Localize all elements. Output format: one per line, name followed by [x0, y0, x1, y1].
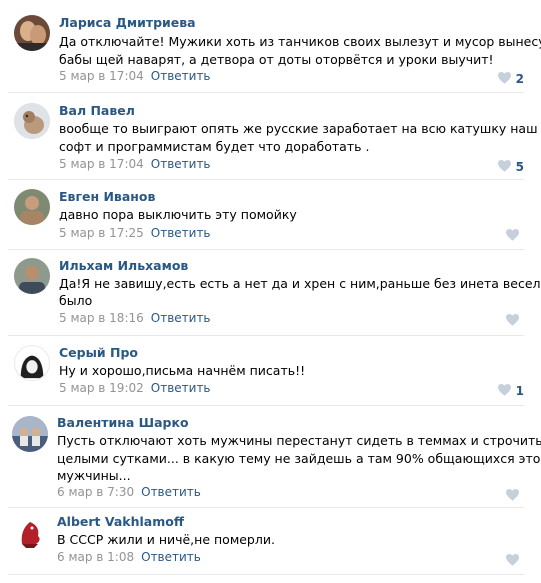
like-count: 2 — [515, 71, 524, 86]
comment-text-line: Ну и хорошо,письма начнём писать!! — [59, 363, 306, 378]
comment-text-line: было — [59, 293, 93, 308]
comment-author[interactable]: Лариса Дмитриева — [59, 15, 196, 30]
reply-button[interactable]: Ответить — [151, 157, 211, 171]
avatar[interactable] — [12, 514, 48, 550]
reply-button[interactable]: Ответить — [151, 311, 211, 325]
reply-button[interactable]: Ответить — [151, 69, 211, 83]
heart-icon — [506, 486, 519, 505]
comments-feed: Лариса Дмитриева Да отключайте! Мужики х… — [0, 0, 541, 583]
like-button[interactable]: 1 — [497, 381, 524, 400]
like-count: 1 — [515, 383, 524, 398]
comment-author[interactable]: Ильхам Ильхамов — [59, 258, 188, 273]
comment-meta: 6 мар в 1:08 Ответить — [57, 550, 201, 564]
comment-text-line: Да!Я не завишу,есть есть а нет да и хрен… — [59, 276, 541, 291]
reply-button[interactable]: Ответить — [151, 226, 211, 240]
divider — [8, 335, 524, 336]
divider — [8, 249, 524, 250]
reply-button[interactable]: Ответить — [141, 550, 201, 564]
like-button[interactable] — [506, 226, 524, 245]
comment-meta: 5 мар в 19:02 Ответить — [59, 381, 211, 395]
comment-text-line: мужчины... — [57, 468, 131, 483]
comment-text-line: бабы щей наварят, а детвора от доты отор… — [59, 52, 494, 67]
comment-text-line: давно пора выключить эту помойку — [59, 207, 297, 222]
comment-meta: 5 мар в 18:16 Ответить — [59, 311, 211, 325]
comment-date[interactable]: 6 мар в 1:08 — [57, 550, 134, 564]
comment-meta: 5 мар в 17:25 Ответить — [59, 226, 211, 240]
like-button[interactable]: 2 — [497, 69, 524, 88]
comment-meta: 6 мар в 7:30 Ответить — [57, 485, 201, 499]
like-button[interactable] — [506, 311, 524, 330]
like-button[interactable] — [506, 486, 524, 505]
divider — [8, 574, 524, 575]
avatar[interactable] — [14, 103, 50, 139]
comment-text-line: вообще то выиграют опять же русские зара… — [59, 121, 538, 136]
heart-icon — [497, 69, 511, 88]
comment-author[interactable]: Валентина Шарко — [57, 415, 189, 430]
heart-icon — [497, 381, 511, 400]
heart-icon — [497, 157, 511, 176]
comment-meta: 5 мар в 17:04 Ответить — [59, 69, 211, 83]
heart-icon — [506, 226, 519, 245]
divider — [8, 92, 524, 93]
comment-date[interactable]: 5 мар в 17:25 — [59, 226, 144, 240]
like-button[interactable]: 5 — [497, 157, 524, 176]
heart-icon — [506, 311, 519, 330]
comment-author[interactable]: Серый Про — [59, 345, 138, 360]
comment-author[interactable]: Евген Иванов — [59, 189, 155, 204]
comment-author[interactable]: Вал Павел — [59, 103, 135, 118]
comment-text-line: софт и программистам будет что доработат… — [59, 139, 370, 154]
avatar[interactable] — [14, 258, 50, 294]
comment-text-line: В СССР жили и ничё,не померли. — [57, 532, 275, 547]
reply-button[interactable]: Ответить — [141, 485, 201, 499]
comment-date[interactable]: 5 мар в 17:04 — [59, 157, 144, 171]
heart-icon — [506, 551, 519, 570]
comment-meta: 5 мар в 17:04 Ответить — [59, 157, 211, 171]
comment-date[interactable]: 5 мар в 19:02 — [59, 381, 144, 395]
comment-date[interactable]: 5 мар в 18:16 — [59, 311, 144, 325]
divider — [8, 179, 524, 180]
avatar[interactable] — [14, 189, 50, 225]
comment-text-line: Да отключайте! Мужики хоть из танчиков с… — [59, 34, 541, 49]
comment-date[interactable]: 5 мар в 17:04 — [59, 69, 144, 83]
comment-date[interactable]: 6 мар в 7:30 — [57, 485, 134, 499]
divider — [8, 405, 524, 406]
avatar[interactable] — [12, 416, 48, 452]
divider — [8, 507, 524, 508]
like-button[interactable] — [506, 551, 524, 570]
comment-text-line: Пусть отключают хоть мужчины перестанут … — [57, 433, 541, 448]
reply-button[interactable]: Ответить — [151, 381, 211, 395]
avatar[interactable] — [14, 345, 50, 381]
like-count: 5 — [515, 159, 524, 174]
comment-text-line: целыми сутками... в какую тему не зайдеш… — [57, 451, 541, 466]
comment-author[interactable]: Albert Vakhlamoff — [57, 514, 184, 529]
avatar[interactable] — [14, 15, 50, 51]
